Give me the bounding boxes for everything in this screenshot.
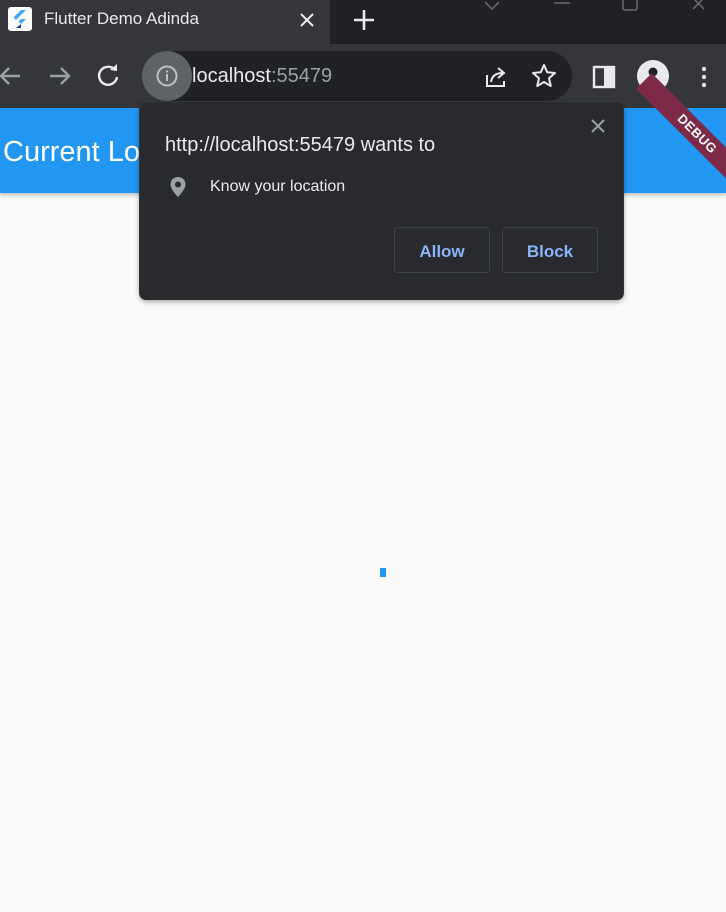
kebab-menu-icon[interactable] — [690, 63, 718, 91]
forward-arrow-icon[interactable] — [46, 62, 74, 90]
window-close-icon[interactable] — [690, 0, 710, 14]
block-button[interactable]: Block — [502, 227, 598, 273]
allow-button[interactable]: Allow — [394, 227, 490, 273]
plus-icon[interactable] — [350, 6, 378, 34]
location-pin-icon — [170, 177, 186, 197]
share-icon[interactable] — [482, 63, 510, 91]
side-panel-icon[interactable] — [590, 63, 618, 91]
progress-indicator — [380, 568, 386, 577]
tab-title: Flutter Demo Adinda — [44, 9, 199, 28]
flutter-favicon-icon — [8, 7, 32, 31]
close-icon[interactable] — [296, 9, 318, 31]
star-icon[interactable] — [530, 62, 558, 90]
browser-tab[interactable]: Flutter Demo Adinda — [0, 0, 330, 44]
profile-button[interactable] — [637, 60, 669, 92]
url-host: localhost — [192, 65, 271, 87]
browser-toolbar: localhost:55479 — [0, 44, 726, 108]
maximize-icon[interactable] — [620, 0, 640, 14]
info-icon — [156, 65, 178, 87]
dialog-origin-text: http://localhost:55479 wants to — [165, 134, 436, 156]
url-port: :55479 — [270, 65, 333, 87]
reload-icon[interactable] — [94, 62, 122, 90]
location-permission-dialog: http://localhost:55479 wants to Know you… — [140, 102, 623, 299]
tab-strip: Flutter Demo Adinda — [0, 0, 726, 44]
page-title: Current Lo — [3, 136, 141, 168]
minimize-icon[interactable] — [552, 0, 572, 14]
site-info-button[interactable] — [142, 51, 192, 101]
profile-icon — [644, 67, 662, 85]
url-text: localhost:55479 — [192, 63, 332, 89]
tab-search-icon[interactable] — [482, 0, 502, 14]
back-arrow-icon[interactable] — [0, 62, 24, 90]
address-bar[interactable]: localhost:55479 — [142, 51, 572, 101]
close-icon[interactable] — [587, 115, 609, 137]
dialog-request-text: Know your location — [210, 178, 346, 195]
